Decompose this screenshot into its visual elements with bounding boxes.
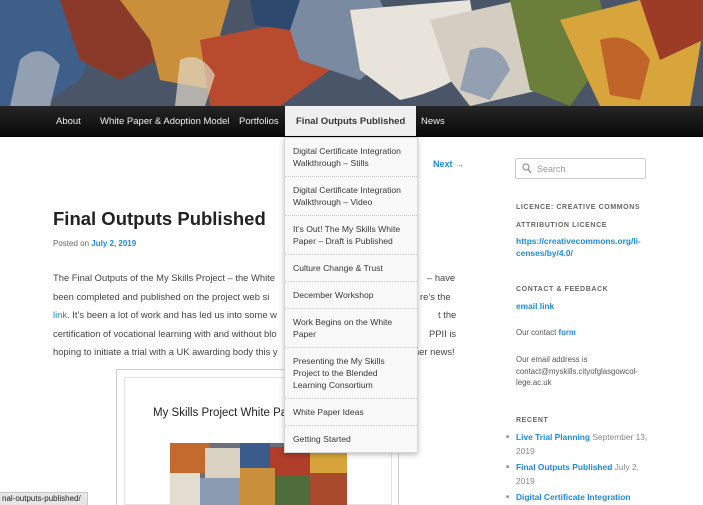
text-segment: t the: [438, 309, 457, 320]
text-segment: re’s the: [420, 290, 451, 302]
recent-post-item: Digital Certificate Integration: [506, 490, 656, 504]
text-segment: – have: [427, 272, 456, 283]
header-banner-image: [0, 0, 703, 106]
recent-posts-list: Live Trial Planning September 13, 2019 F…: [506, 430, 656, 505]
nav-item-news[interactable]: News: [421, 106, 445, 137]
text-segment: her news!: [414, 346, 455, 357]
nav-item-white-paper[interactable]: White Paper & Adoption Model: [100, 106, 229, 137]
recent-post-item: Final Outputs Published July 2, 2019: [506, 460, 656, 488]
post-title[interactable]: Final Outputs Published: [53, 208, 266, 230]
post-meta: Posted on July 2, 2019: [53, 239, 136, 248]
our-contact-label: Our contact: [516, 328, 557, 337]
dropdown-item[interactable]: Presenting the My Skills Project to the …: [285, 348, 417, 399]
recent-post-link[interactable]: Final Outputs Published: [516, 462, 612, 472]
nav-item-final-outputs[interactable]: Final Outputs Published: [285, 106, 417, 136]
dropdown-item[interactable]: Getting Started: [285, 426, 417, 452]
nav-item-portfolios[interactable]: Portfolios: [239, 106, 279, 137]
dropdown-item[interactable]: December Workshop: [285, 282, 417, 309]
recent-post-item: Live Trial Planning September 13, 2019: [506, 430, 656, 458]
text-segment: PPII is: [429, 327, 457, 339]
text-segment: The Final Outputs of the My Skills Proje…: [53, 272, 275, 283]
email-address-text: Our email address is contact@myskills.ci…: [516, 355, 638, 387]
dropdown-item[interactable]: Work Begins on the White Paper: [285, 309, 417, 348]
search-input[interactable]: Search: [537, 164, 566, 174]
text-segment: hoping to initiate a trial with a UK awa…: [53, 346, 278, 357]
body-link[interactable]: link: [53, 309, 67, 320]
nav-item-about[interactable]: About: [56, 106, 81, 137]
dropdown-item[interactable]: White Paper Ideas: [285, 399, 417, 426]
recent-post-link[interactable]: Live Trial Planning: [516, 432, 590, 442]
browser-status-url: nal-outputs-published/: [0, 492, 88, 505]
final-outputs-dropdown: Digital Certificate Integration Walkthro…: [284, 137, 418, 453]
post-date-link[interactable]: July 2, 2019: [91, 239, 136, 248]
attribution-heading: Attribution Licence: [516, 222, 607, 229]
contact-form-link[interactable]: form: [558, 328, 575, 337]
recent-post-link[interactable]: Digital Certificate Integration: [516, 492, 630, 502]
licence-link[interactable]: https://creativecommons.org/li- censes/b…: [516, 235, 651, 259]
dropdown-item[interactable]: Culture Change & Trust: [285, 255, 417, 282]
email-link[interactable]: email link: [516, 300, 554, 312]
search-box[interactable]: Search: [515, 158, 646, 179]
posted-on-label: Posted on: [53, 239, 90, 248]
primary-nav: About White Paper & Adoption Model Portf…: [0, 106, 703, 137]
nav-next-link[interactable]: Next →: [433, 159, 464, 169]
dropdown-item[interactable]: Digital Certificate Integration Walkthro…: [285, 177, 417, 216]
dropdown-item[interactable]: It’s Out! The My Skills White Paper – Dr…: [285, 216, 417, 255]
text-segment: . It’s been a lot of work and has led us…: [67, 309, 277, 320]
licence-heading: Licence: Creative Commons: [516, 204, 641, 211]
dropdown-item[interactable]: Digital Certificate Integration Walkthro…: [285, 138, 417, 177]
contact-heading: Contact & Feedback: [516, 286, 609, 293]
contact-form-line: Our contact form: [516, 327, 576, 339]
recent-heading: Recent: [516, 417, 549, 424]
text-segment: been completed and published on the proj…: [53, 290, 270, 302]
search-icon: [522, 163, 532, 176]
text-segment: certification of vocational learning wit…: [53, 327, 277, 339]
